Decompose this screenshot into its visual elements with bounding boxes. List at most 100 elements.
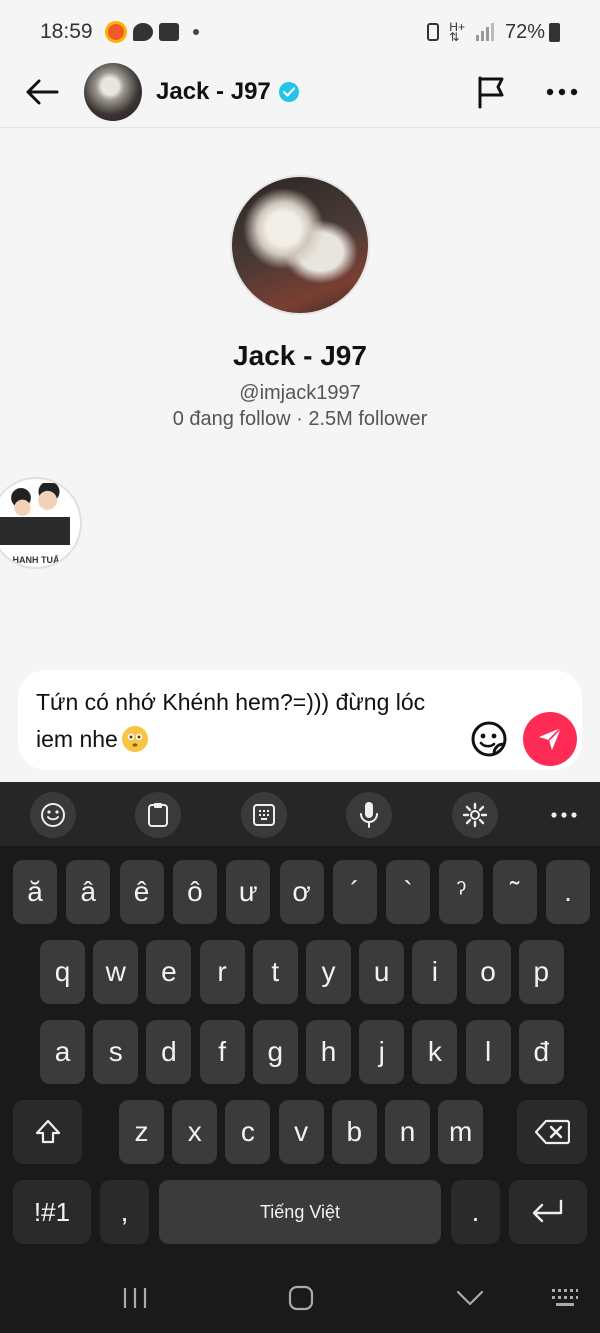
sender-avatar-illustration [0, 483, 70, 545]
message-input-text: Tứn có nhớ Khénh hem?=))) đừng lóc iem n… [36, 689, 426, 752]
accent-key[interactable]: ˜ [492, 860, 537, 924]
signal-icon [475, 23, 494, 41]
system-navbar [0, 1262, 600, 1333]
send-arrow-icon [539, 727, 562, 750]
gallery-notification-icon [158, 23, 179, 41]
toolbar-more-button[interactable] [541, 792, 587, 838]
home-icon [288, 1285, 314, 1311]
battery-percent: 72% [504, 20, 545, 43]
report-flag-icon[interactable] [476, 75, 508, 109]
accent-key[interactable]: ơ [279, 860, 324, 924]
enter-icon [532, 1199, 563, 1223]
recent-apps-icon [123, 1288, 147, 1308]
letter-key[interactable]: z [119, 1100, 164, 1164]
sender-avatar[interactable]: HANH TUẤ [0, 477, 82, 569]
letter-key[interactable]: đ [518, 1020, 564, 1084]
letter-key[interactable]: e [146, 940, 192, 1004]
letter-key[interactable]: l [465, 1020, 511, 1084]
sticker-icon[interactable] [470, 720, 508, 758]
letter-key[interactable]: o [465, 940, 511, 1004]
smiley-icon [41, 803, 65, 827]
profile-stats: 0 đang follow · 2.5M follower [172, 408, 428, 430]
clipboard-button[interactable] [135, 792, 181, 838]
message-input[interactable]: Tứn có nhớ Khénh hem?=))) đừng lóc iem n… [36, 684, 466, 758]
letter-key[interactable]: s [93, 1020, 139, 1084]
accent-key[interactable]: ´ [332, 860, 377, 924]
hide-keyboard-button[interactable] [455, 1280, 485, 1316]
accent-key[interactable]: ` [386, 860, 431, 924]
status-bar: 18:59 H+ ⇅ 72% [0, 0, 600, 64]
letter-key[interactable]: r [199, 940, 245, 1004]
letter-key[interactable]: a [40, 1020, 85, 1084]
voice-input-button[interactable] [346, 792, 392, 838]
space-key[interactable]: Tiếng Việt [159, 1180, 441, 1244]
letter-key[interactable]: x [172, 1100, 218, 1164]
accent-key[interactable]: ă [13, 860, 57, 924]
letter-key[interactable]: g [252, 1020, 298, 1084]
sender-avatar-caption: HANH TUẤ [12, 555, 60, 565]
home-button[interactable] [286, 1280, 316, 1316]
letter-key[interactable]: t [252, 940, 298, 1004]
recent-apps-button[interactable] [118, 1280, 152, 1316]
letter-key[interactable]: i [412, 940, 458, 1004]
letter-key[interactable]: y [306, 940, 351, 1004]
letter-key[interactable]: n [385, 1100, 430, 1164]
letter-key[interactable]: j [359, 1020, 405, 1084]
accent-key[interactable]: ô [172, 860, 217, 924]
accent-key[interactable]: . [546, 860, 590, 924]
profile-avatar[interactable] [230, 175, 370, 315]
letter-key[interactable]: d [146, 1020, 192, 1084]
accent-key[interactable]: â [66, 860, 111, 924]
chevron-down-icon [456, 1290, 484, 1306]
accent-key[interactable]: ˀ [439, 860, 484, 924]
battery-saver-icon [427, 23, 440, 41]
letter-key[interactable]: f [199, 1020, 245, 1084]
keyboard-switch-button[interactable] [550, 1280, 580, 1316]
more-dots-icon [551, 812, 577, 818]
chat-header: Jack - J97 [0, 56, 600, 128]
flushed-emoji-icon [121, 726, 148, 752]
keyboard: !#1 , Tiếng Việt . ă â ê ô ư ơ ´ ` ˀ ˜. q w e r t y u i o p… [0, 782, 600, 1333]
send-button[interactable] [523, 712, 577, 766]
backspace-icon [534, 1119, 570, 1145]
accent-key[interactable]: ê [119, 860, 164, 924]
letter-key[interactable]: k [412, 1020, 458, 1084]
verified-badge-icon [278, 81, 299, 102]
clipboard-icon [148, 803, 168, 827]
keyboard-grid-icon [552, 1289, 578, 1306]
keyboard-layout-button[interactable] [241, 792, 287, 838]
gear-icon [462, 802, 488, 828]
comma-key[interactable]: , [100, 1180, 149, 1244]
profile-name: Jack - J97 [233, 340, 367, 371]
letter-key[interactable]: v [278, 1100, 324, 1164]
letter-key[interactable]: q [40, 940, 85, 1004]
keypad-icon [253, 804, 275, 826]
header-avatar[interactable] [84, 62, 142, 121]
battery-icon [549, 22, 560, 42]
letter-key[interactable]: w [93, 940, 139, 1004]
microphone-icon [360, 802, 378, 828]
letter-key[interactable]: c [225, 1100, 271, 1164]
letter-key[interactable]: p [518, 940, 564, 1004]
backspace-key[interactable] [517, 1100, 587, 1164]
chat-notification-icon [132, 23, 153, 41]
period-key[interactable]: . [451, 1180, 500, 1244]
header-name[interactable]: Jack - J97 [156, 78, 271, 106]
letter-key[interactable]: u [359, 940, 405, 1004]
accent-key[interactable]: ư [226, 860, 271, 924]
letter-key[interactable]: h [306, 1020, 351, 1084]
enter-key[interactable] [509, 1180, 587, 1244]
symbols-key[interactable]: !#1 [13, 1180, 91, 1244]
letter-key[interactable]: m [438, 1100, 484, 1164]
back-button[interactable] [22, 72, 62, 112]
arrow-left-icon [26, 79, 59, 104]
keyboard-settings-button[interactable] [452, 792, 498, 838]
keyboard-toolbar [0, 782, 600, 846]
more-options-icon[interactable] [546, 88, 578, 96]
profile-handle: @imjack1997 [239, 382, 361, 404]
status-time: 18:59 [40, 20, 93, 43]
letter-key[interactable]: b [331, 1100, 377, 1164]
emoji-keyboard-button[interactable] [30, 792, 76, 838]
message-composer[interactable]: Tứn có nhớ Khénh hem?=))) đừng lóc iem n… [18, 670, 582, 770]
shift-key[interactable] [13, 1100, 82, 1164]
